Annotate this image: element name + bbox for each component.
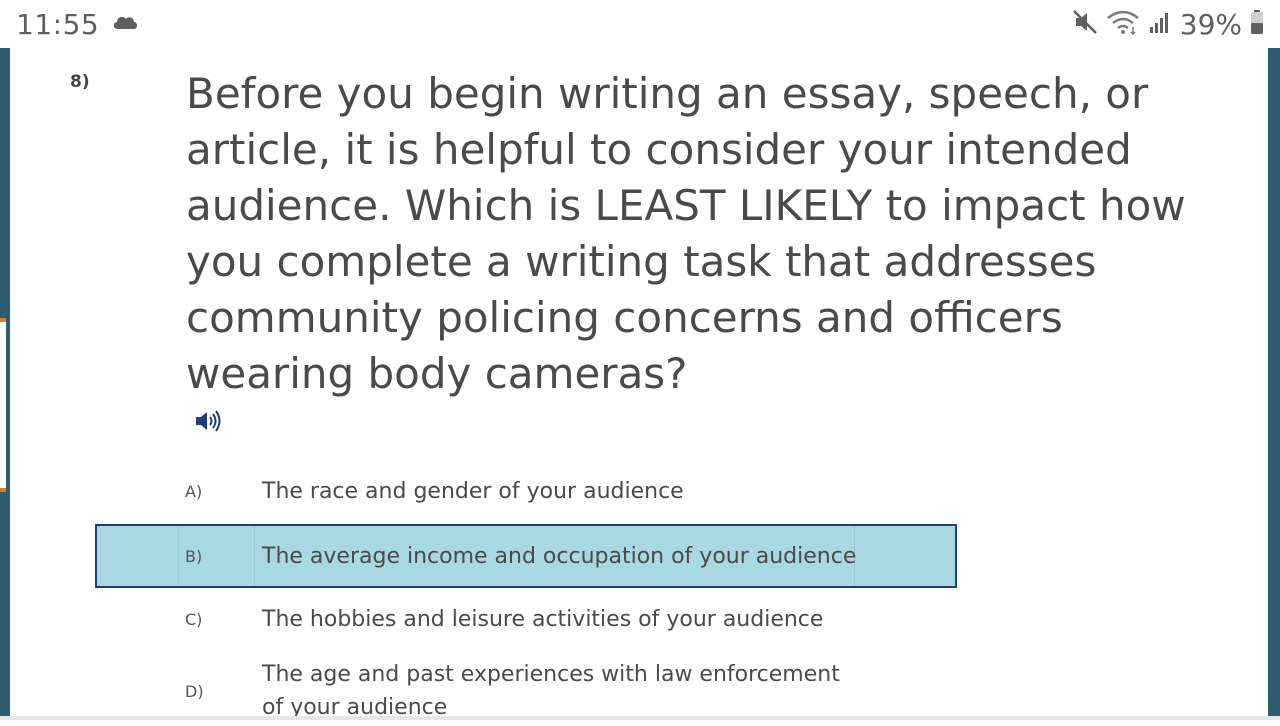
signal-icon — [1148, 9, 1172, 39]
option-letter: D) — [185, 681, 204, 701]
answer-option-a[interactable]: A) The race and gender of your audience — [95, 459, 957, 523]
mute-icon — [1072, 9, 1098, 39]
option-divider — [178, 526, 179, 586]
option-letter: C) — [185, 609, 203, 629]
side-panel-tab[interactable] — [0, 322, 6, 490]
cloud-icon — [111, 13, 139, 35]
status-bar: 11:55 39% — [0, 0, 1280, 48]
option-text: The age and past experiences with law en… — [262, 662, 840, 720]
bottom-edge — [0, 716, 1280, 720]
status-right: 39% — [1072, 8, 1264, 41]
battery-icon — [1250, 9, 1264, 39]
side-panel-accent — [0, 488, 6, 492]
status-left: 11:55 — [16, 8, 139, 41]
speaker-icon[interactable] — [194, 408, 222, 434]
status-time: 11:55 — [16, 7, 100, 41]
option-letter: A) — [185, 481, 203, 501]
option-divider — [254, 526, 255, 586]
answer-option-b[interactable]: B) The average income and occupation of … — [95, 524, 957, 588]
option-text: The hobbies and leisure activities of yo… — [262, 606, 824, 632]
option-text: The average income and occupation of you… — [262, 543, 857, 569]
option-letter: B) — [185, 546, 203, 566]
option-text: The race and gender of your audience — [262, 478, 684, 504]
wifi-icon — [1106, 9, 1140, 39]
battery-percent: 39% — [1179, 7, 1242, 41]
side-panel-accent — [0, 318, 6, 322]
answer-option-c[interactable]: C) The hobbies and leisure activities of… — [95, 587, 957, 651]
question-text: Before you begin writing an essay, speec… — [186, 69, 1186, 398]
question-number: 8) — [70, 72, 90, 92]
frame-right-border — [1268, 48, 1280, 720]
question-panel: 8) Before you begin writing an essay, sp… — [10, 48, 1268, 720]
